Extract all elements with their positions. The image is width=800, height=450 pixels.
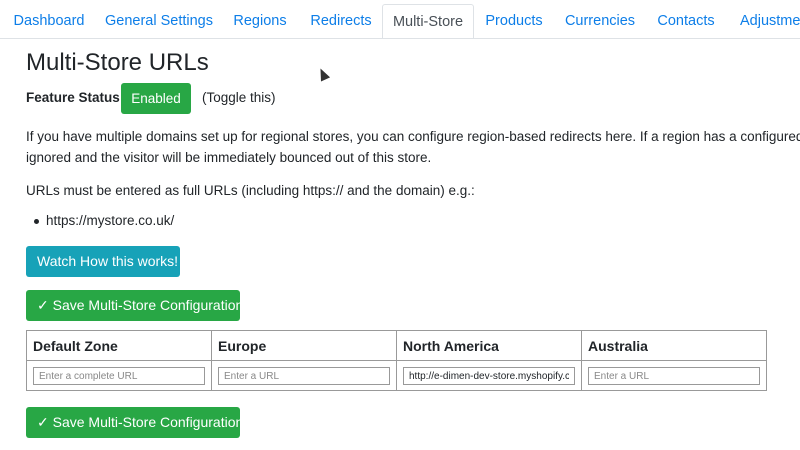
- page-title: Multi-Store URLs: [26, 49, 209, 76]
- tab-regions[interactable]: Regions: [220, 4, 300, 38]
- tab-adjustments[interactable]: Adjustmen: [726, 4, 800, 38]
- column-header-default-zone: Default Zone: [26, 330, 212, 361]
- tab-redirects[interactable]: Redirects: [300, 4, 382, 38]
- tab-dashboard[interactable]: Dashboard: [0, 4, 98, 38]
- example-url-item: https://mystore.co.uk/: [33, 213, 175, 228]
- table-header-row: Default Zone Europe North America Austra…: [26, 330, 767, 361]
- cell-default-zone: [26, 360, 212, 391]
- mouse-cursor-icon: [315, 66, 331, 82]
- tab-contacts[interactable]: Contacts: [646, 4, 726, 38]
- column-header-europe: Europe: [211, 330, 397, 361]
- save-config-button-top[interactable]: ✓ Save Multi-Store Configuration: [26, 290, 243, 321]
- nav-tabs: Dashboard General Settings Regions Redir…: [0, 4, 800, 39]
- description-line-1: If you have multiple domains set up for …: [26, 129, 800, 144]
- feature-status-toggle[interactable]: Enabled: [121, 83, 191, 114]
- north-america-url-input[interactable]: [403, 367, 575, 386]
- toggle-hint: (Toggle this): [202, 90, 276, 105]
- cell-europe: [211, 360, 397, 391]
- tab-multi-store[interactable]: Multi-Store: [382, 4, 474, 38]
- cell-australia: [581, 360, 767, 391]
- column-header-australia: Australia: [581, 330, 767, 361]
- tab-currencies[interactable]: Currencies: [554, 4, 646, 38]
- tab-products[interactable]: Products: [474, 4, 554, 38]
- feature-status-label: Feature Status: [26, 90, 120, 105]
- australia-url-input[interactable]: [588, 367, 760, 386]
- url-format-note: URLs must be entered as full URLs (inclu…: [26, 183, 475, 198]
- default-zone-url-input[interactable]: [33, 367, 205, 386]
- zone-url-table: Default Zone Europe North America Austra…: [26, 330, 767, 391]
- table-row: [26, 360, 767, 391]
- column-header-north-america: North America: [396, 330, 582, 361]
- description-line-2: ignored and the visitor will be immediat…: [26, 150, 432, 165]
- watch-video-button[interactable]: Watch How this works!: [26, 246, 180, 277]
- cell-north-america: [396, 360, 582, 391]
- tab-general-settings[interactable]: General Settings: [98, 4, 220, 38]
- europe-url-input[interactable]: [218, 367, 390, 386]
- save-config-button-bottom[interactable]: ✓ Save Multi-Store Configuration: [26, 407, 243, 438]
